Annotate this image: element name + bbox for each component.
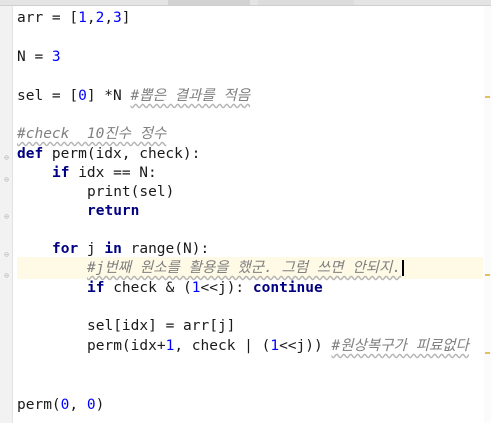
- code-line-current: #j번째 원소를 활용을 했군. 그럼 쓰면 안되지.: [17, 257, 483, 279]
- code-editor[interactable]: arr = [1,2,3] N = 3 sel = [0] *N #뽑은 결과를…: [17, 0, 491, 423]
- fold-open-icon[interactable]: ⊖: [3, 154, 10, 162]
- warning-marker[interactable]: [485, 274, 490, 276]
- code-line: #check 10진수 정수: [17, 126, 167, 142]
- text-caret: [402, 260, 405, 276]
- fold-open-icon[interactable]: ⊖: [3, 251, 10, 259]
- code-line: N = 3: [17, 49, 61, 65]
- fold-close-icon[interactable]: ⊖: [3, 272, 10, 280]
- warning-marker[interactable]: [485, 96, 490, 98]
- code-line: sel = [0] *N #뽑은 결과를 적음: [17, 88, 251, 104]
- code-line: if check & (1<<j): continue: [87, 280, 323, 296]
- code-line: sel[idx] = arr[j]: [87, 318, 236, 334]
- code-line: perm(0, 0): [17, 397, 105, 413]
- fold-close-icon[interactable]: ⊖: [3, 213, 10, 221]
- warning-marker[interactable]: [485, 352, 490, 354]
- fold-open-icon[interactable]: ⊖: [3, 176, 10, 184]
- vertical-scrollbar[interactable]: [484, 6, 491, 423]
- code-line: perm(idx+1, check | (1<<j)) #원상복구가 피료없다: [87, 338, 469, 354]
- editor-gutter: ⊖ ⊖ ⊖ ⊖ ⊖: [0, 6, 13, 423]
- code-line: return: [87, 203, 140, 219]
- code-line: arr = [1,2,3]: [17, 10, 131, 26]
